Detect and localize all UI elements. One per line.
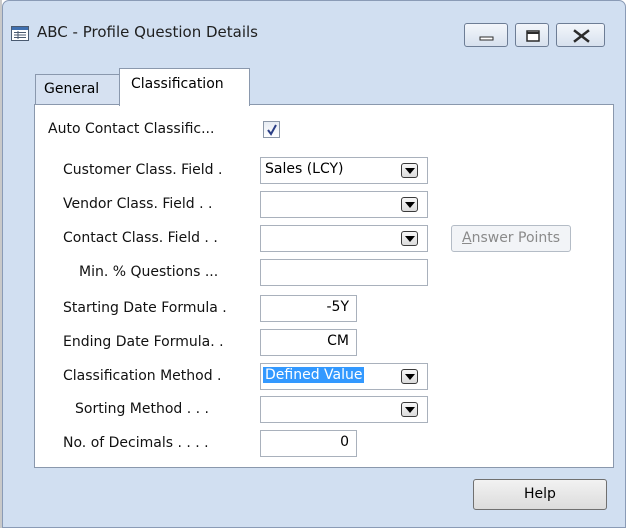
chevron-down-icon[interactable] (401, 163, 418, 178)
auto-contact-label: Auto Contact Classific... (48, 121, 215, 137)
close-button[interactable] (556, 23, 605, 47)
chevron-down-icon[interactable] (401, 231, 418, 246)
dialog-window: ABC - Profile Question Details General C… (2, 0, 626, 528)
auto-contact-checkbox[interactable] (263, 121, 280, 138)
classification-method-label: Classification Method . (63, 368, 222, 384)
window-title: ABC - Profile Question Details (37, 23, 258, 41)
help-button-label: Help (524, 486, 556, 502)
sorting-method-label: Sorting Method . . . (75, 401, 210, 417)
no-of-decimals-label: No. of Decimals . . . . (63, 435, 209, 451)
checkmark-icon (267, 124, 277, 136)
starting-date-input[interactable]: -5Y (260, 295, 357, 322)
minimize-icon (479, 36, 494, 41)
answer-points-label: Answer Points (462, 230, 561, 246)
ending-date-value: CM (327, 333, 349, 349)
close-icon (573, 29, 590, 43)
customer-class-label: Customer Class. Field . (63, 162, 223, 178)
chevron-down-icon[interactable] (401, 402, 418, 417)
tab-general-label: General (44, 81, 100, 97)
chevron-down-icon[interactable] (401, 197, 418, 212)
starting-date-label: Starting Date Formula . (63, 300, 227, 316)
classification-panel: Auto Contact Classific... Customer Class… (34, 104, 614, 468)
maximize-button[interactable] (515, 23, 549, 47)
min-questions-input[interactable] (260, 259, 428, 286)
chevron-down-icon[interactable] (401, 369, 418, 384)
contact-class-label: Contact Class. Field . . (63, 230, 218, 246)
sorting-method-select[interactable] (260, 396, 428, 423)
minimize-button[interactable] (464, 23, 508, 47)
starting-date-value: -5Y (326, 299, 349, 315)
classification-method-value: Defined Value (263, 367, 365, 383)
classification-method-select[interactable]: Defined Value (260, 363, 428, 390)
maximize-icon (526, 30, 540, 42)
customer-class-select[interactable]: Sales (LCY) (260, 157, 428, 184)
vendor-class-select[interactable] (260, 191, 428, 218)
vendor-class-label: Vendor Class. Field . . (63, 196, 213, 212)
title-bar[interactable]: ABC - Profile Question Details (3, 1, 625, 63)
answer-points-button[interactable]: Answer Points (451, 225, 571, 252)
contact-class-select[interactable] (260, 225, 428, 252)
ending-date-label: Ending Date Formula. . (63, 334, 224, 350)
form-window-icon (11, 26, 29, 41)
tab-general[interactable]: General (35, 74, 123, 104)
customer-class-value: Sales (LCY) (265, 161, 344, 177)
no-of-decimals-value: 0 (340, 434, 349, 450)
min-questions-label: Min. % Questions ... (79, 264, 219, 280)
ending-date-input[interactable]: CM (260, 329, 357, 356)
tab-classification-label: Classification (131, 76, 224, 92)
no-of-decimals-input[interactable]: 0 (260, 430, 357, 457)
tab-classification[interactable]: Classification (119, 68, 250, 106)
help-button[interactable]: Help (473, 479, 607, 510)
